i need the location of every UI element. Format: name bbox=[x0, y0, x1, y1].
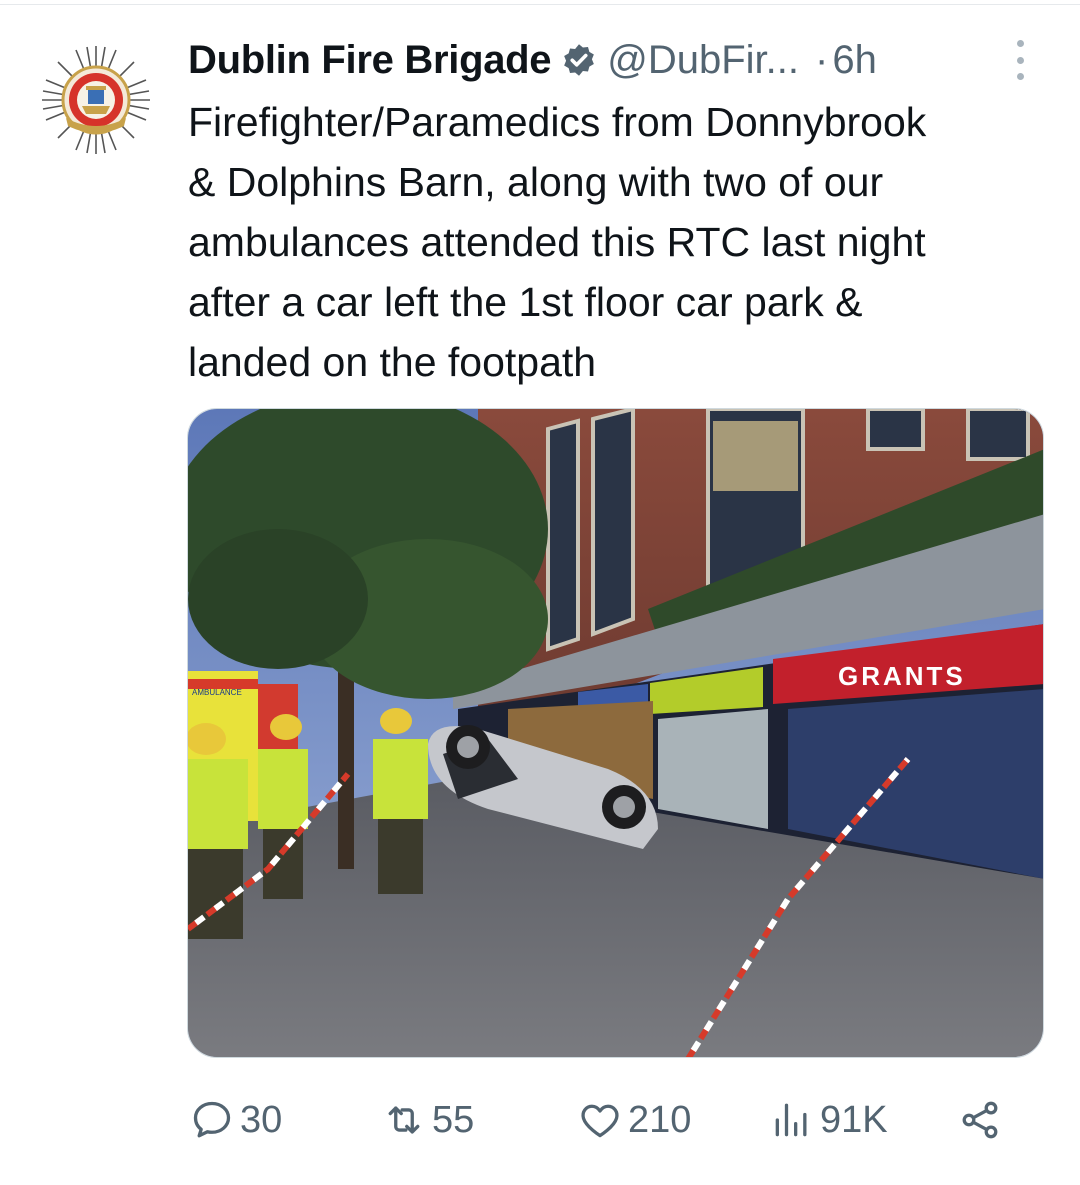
tweet-actions-bar: 30 55 210 91K bbox=[0, 1092, 1080, 1148]
views-chart-icon bbox=[770, 1098, 814, 1142]
tweet-timestamp[interactable]: 6h bbox=[832, 38, 877, 83]
tweet-text-line: ambulances attended this RTC last night bbox=[188, 219, 926, 265]
author-display-name[interactable]: Dublin Fire Brigade bbox=[188, 38, 552, 83]
retweet-count: 55 bbox=[432, 1098, 475, 1141]
share-button[interactable] bbox=[958, 1092, 1002, 1148]
like-button[interactable]: 210 bbox=[578, 1092, 691, 1148]
more-options-icon[interactable] bbox=[1012, 40, 1028, 80]
avatar[interactable] bbox=[40, 44, 152, 156]
grants-shop-sign: GRANTS bbox=[838, 661, 966, 691]
tweet-photo[interactable]: GRANTS AMBULANCE bbox=[187, 408, 1044, 1058]
tweet-text-line: landed on the footpath bbox=[188, 339, 597, 385]
tweet-text: Firefighter/Paramedics from Donnybrook &… bbox=[188, 92, 1048, 392]
header-separator: · bbox=[815, 37, 829, 82]
views-button[interactable]: 91K bbox=[770, 1092, 888, 1148]
tweet-text-line: & Dolphins Barn, along with two of our bbox=[188, 159, 884, 205]
tweet-header: Dublin Fire Brigade @DubFir... · 6h bbox=[188, 34, 1038, 86]
reply-button[interactable]: 30 bbox=[190, 1092, 282, 1148]
retweet-button[interactable]: 55 bbox=[382, 1092, 474, 1148]
share-icon bbox=[958, 1098, 1002, 1142]
tweet-text-line: Firefighter/Paramedics from Donnybrook bbox=[188, 99, 927, 145]
retweet-icon bbox=[382, 1098, 426, 1142]
heart-icon bbox=[578, 1098, 622, 1142]
like-count: 210 bbox=[628, 1098, 692, 1141]
top-divider bbox=[0, 4, 1080, 5]
verified-badge-icon bbox=[561, 42, 597, 78]
reply-count: 30 bbox=[240, 1098, 283, 1141]
reply-icon bbox=[190, 1098, 234, 1142]
author-handle[interactable]: @DubFir... bbox=[607, 38, 799, 83]
dublin-fire-brigade-crest-icon bbox=[42, 46, 150, 154]
tweet-text-line: after a car left the 1st floor car park … bbox=[188, 279, 863, 325]
ambulance-label: AMBULANCE bbox=[192, 688, 242, 697]
views-count: 91K bbox=[820, 1098, 888, 1141]
